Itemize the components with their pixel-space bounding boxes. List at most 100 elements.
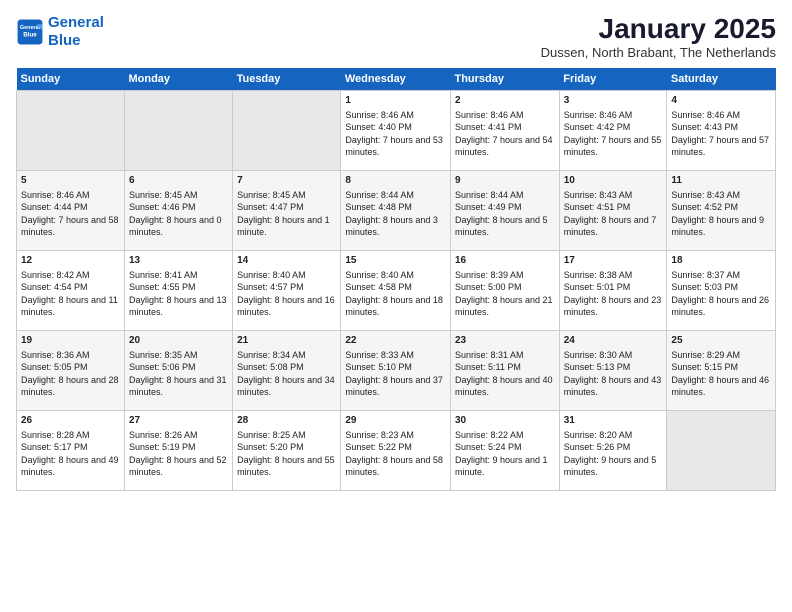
cell-text: Sunset: 5:08 PM [237,361,336,373]
day-number: 26 [21,414,120,428]
cell-text: Sunset: 5:01 PM [564,281,663,293]
cell-text: Daylight: 9 hours and 1 minute. [455,454,555,478]
day-number: 6 [129,174,228,188]
week-row-1: 1 Sunrise: 8:46 AM Sunset: 4:40 PM Daylight… [17,90,776,170]
cell-text: Daylight: 8 hours and 26 minutes. [671,294,771,318]
cell-text: Daylight: 7 hours and 58 minutes. [21,214,120,238]
cell-text: Sunrise: 8:42 AM [21,269,120,281]
cell-text: Daylight: 8 hours and 16 minutes. [237,294,336,318]
cell-text: Daylight: 8 hours and 52 minutes. [129,454,228,478]
cell-text: Sunset: 5:06 PM [129,361,228,373]
cell-text: Sunrise: 8:28 AM [21,429,120,441]
cell-text: Sunset: 5:26 PM [564,441,663,453]
calendar-cell: 17Sunrise: 8:38 AMSunset: 5:01 PMDayligh… [559,250,667,330]
cell-text: Daylight: 8 hours and 43 minutes. [564,374,663,398]
day-number: 20 [129,334,228,348]
cell-text: Sunset: 4:54 PM [21,281,120,293]
cell-text: Sunrise: 8:36 AM [21,349,120,361]
day-number: 27 [129,414,228,428]
cell-text: Sunset: 5:17 PM [21,441,120,453]
calendar-cell: 30Sunrise: 8:22 AMSunset: 5:24 PMDayligh… [450,410,559,490]
cell-text: Sunrise: 8:38 AM [564,269,663,281]
cell-text: Sunrise: 8:46 AM [671,109,771,121]
cell-text: Sunset: 4:51 PM [564,201,663,213]
calendar-cell: 15Sunrise: 8:40 AMSunset: 4:58 PMDayligh… [341,250,451,330]
cell-text: Sunrise: 8:44 AM [345,189,446,201]
day-number: 3 [564,94,663,108]
cell-text: Sunset: 4:43 PM [671,121,771,133]
col-thursday: Thursday [450,68,559,91]
day-number: 24 [564,334,663,348]
calendar-cell: 1Sunrise: 8:46 AMSunset: 4:40 PMDaylight… [341,90,451,170]
calendar-cell [124,90,232,170]
calendar-cell: 16Sunrise: 8:39 AMSunset: 5:00 PMDayligh… [450,250,559,330]
calendar-cell: 23Sunrise: 8:31 AMSunset: 5:11 PMDayligh… [450,330,559,410]
cell-text: Sunset: 5:03 PM [671,281,771,293]
calendar-cell: 10Sunrise: 8:43 AMSunset: 4:51 PMDayligh… [559,170,667,250]
svg-text:Blue: Blue [23,32,37,39]
cell-text: Daylight: 8 hours and 18 minutes. [345,294,446,318]
day-number: 29 [345,414,446,428]
cell-text: Sunrise: 8:29 AM [671,349,771,361]
calendar-cell: 13Sunrise: 8:41 AMSunset: 4:55 PMDayligh… [124,250,232,330]
cell-text: Sunrise: 8:40 AM [345,269,446,281]
cell-text: Sunset: 4:40 PM [345,121,446,133]
calendar-cell [667,410,776,490]
cell-text: Sunset: 5:11 PM [455,361,555,373]
col-saturday: Saturday [667,68,776,91]
cell-text: Daylight: 8 hours and 46 minutes. [671,374,771,398]
day-number: 25 [671,334,771,348]
calendar-cell: 24Sunrise: 8:30 AMSunset: 5:13 PMDayligh… [559,330,667,410]
cell-text: Sunset: 4:57 PM [237,281,336,293]
cell-text: Daylight: 8 hours and 34 minutes. [237,374,336,398]
week-row-3: 12Sunrise: 8:42 AMSunset: 4:54 PM Dayligh… [17,250,776,330]
calendar-cell: 22Sunrise: 8:33 AMSunset: 5:10 PMDayligh… [341,330,451,410]
day-number: 31 [564,414,663,428]
cell-text: Sunset: 4:55 PM [129,281,228,293]
day-number: 4 [671,94,771,108]
month-title: January 2025 [541,14,776,45]
cell-text: Sunrise: 8:23 AM [345,429,446,441]
cell-text: Sunset: 4:48 PM [345,201,446,213]
calendar-cell: 8Sunrise: 8:44 AMSunset: 4:48 PMDaylight… [341,170,451,250]
cell-text: Sunrise: 8:35 AM [129,349,228,361]
day-number: 17 [564,254,663,268]
subtitle: Dussen, North Brabant, The Netherlands [541,45,776,60]
cell-text: Sunrise: 8:34 AM [237,349,336,361]
cell-text: Sunrise: 8:30 AM [564,349,663,361]
cell-text: Sunset: 4:42 PM [564,121,663,133]
calendar-cell: 19Sunrise: 8:36 AMSunset: 5:05 PMDayligh… [17,330,125,410]
week-row-5: 26Sunrise: 8:28 AMSunset: 5:17 PM Dayligh… [17,410,776,490]
col-wednesday: Wednesday [341,68,451,91]
cell-text: Daylight: 8 hours and 3 minutes. [345,214,446,238]
calendar-cell: 27Sunrise: 8:26 AMSunset: 5:19 PMDayligh… [124,410,232,490]
cell-text: Sunrise: 8:45 AM [129,189,228,201]
cell-text: Daylight: 8 hours and 9 minutes. [671,214,771,238]
cell-text: Sunset: 5:15 PM [671,361,771,373]
day-number: 23 [455,334,555,348]
cell-text: Sunset: 5:10 PM [345,361,446,373]
calendar-cell: 7Sunrise: 8:45 AMSunset: 4:47 PMDaylight… [233,170,341,250]
cell-text: Sunset: 4:58 PM [345,281,446,293]
cell-text: Sunrise: 8:41 AM [129,269,228,281]
day-number: 9 [455,174,555,188]
cell-text: Sunrise: 8:39 AM [455,269,555,281]
cell-text: Daylight: 7 hours and 55 minutes. [564,134,663,158]
cell-text: Sunrise: 8:46 AM [564,109,663,121]
logo-text: GeneralBlue [48,14,104,50]
day-number: 12 [21,254,120,268]
day-number: 30 [455,414,555,428]
cell-text: Daylight: 7 hours and 54 minutes. [455,134,555,158]
header-row: Sunday Monday Tuesday Wednesday Thursday… [17,68,776,91]
cell-text: Sunset: 5:20 PM [237,441,336,453]
calendar-cell [233,90,341,170]
cell-text: Daylight: 8 hours and 0 minutes. [129,214,228,238]
cell-text: Sunset: 5:22 PM [345,441,446,453]
logo: General Blue GeneralBlue [16,14,104,50]
day-number: 2 [455,94,555,108]
week-row-2: 5Sunrise: 8:46 AMSunset: 4:44 PMDaylight… [17,170,776,250]
calendar-cell: 5Sunrise: 8:46 AMSunset: 4:44 PMDaylight… [17,170,125,250]
cell-text: Sunset: 4:49 PM [455,201,555,213]
day-number: 1 [345,94,446,108]
cell-text: Sunset: 4:47 PM [237,201,336,213]
